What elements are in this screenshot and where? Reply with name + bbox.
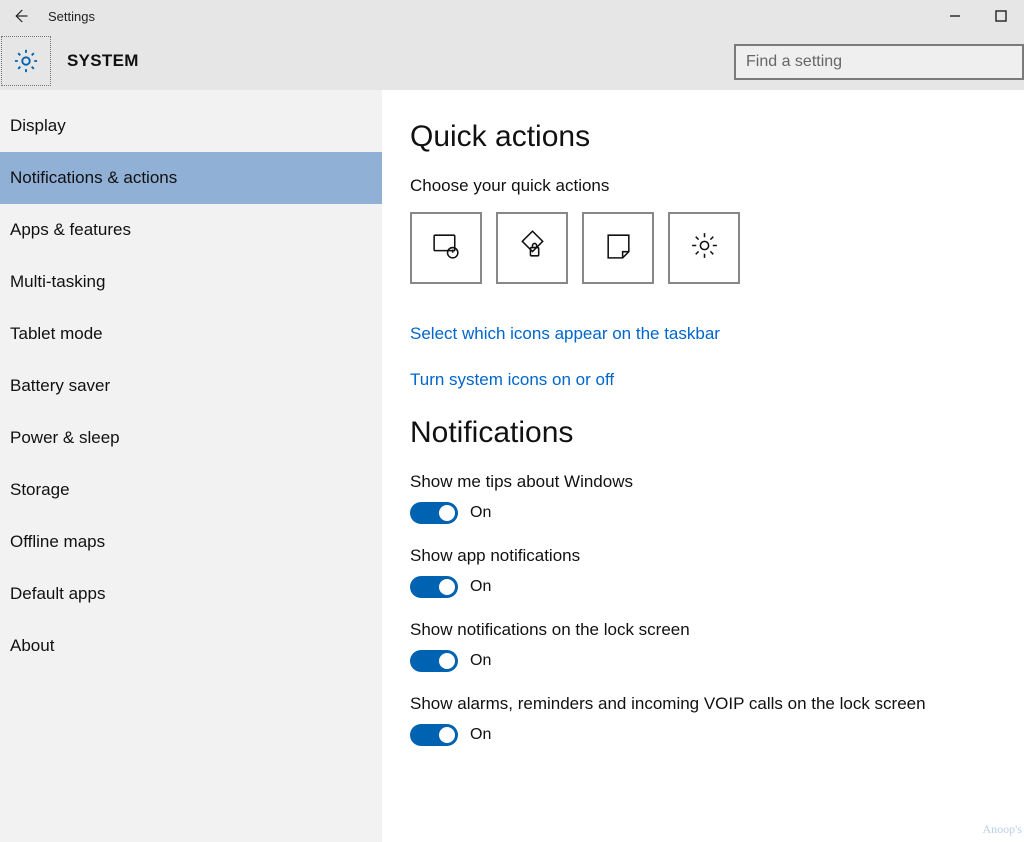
sidebar-item-label: Notifications & actions xyxy=(10,168,177,188)
watermark: Anoop's xyxy=(983,822,1023,837)
notifications-heading: Notifications xyxy=(410,416,996,450)
sidebar: Display Notifications & actions Apps & f… xyxy=(0,90,382,842)
sidebar-item-battery[interactable]: Battery saver xyxy=(0,360,382,412)
sidebar-item-power[interactable]: Power & sleep xyxy=(0,412,382,464)
page-category-title: SYSTEM xyxy=(67,51,139,71)
toggle-label-lock-screen: Show notifications on the lock screen xyxy=(410,620,996,640)
tablet-touch-icon xyxy=(430,229,463,267)
content-pane: Quick actions Choose your quick actions xyxy=(382,90,1024,842)
quick-actions-subtext: Choose your quick actions xyxy=(410,176,996,196)
maximize-button[interactable] xyxy=(978,0,1024,32)
note-icon xyxy=(602,229,635,267)
sidebar-item-label: Power & sleep xyxy=(10,428,120,448)
toggle-state: On xyxy=(470,726,491,744)
toggle-lock-screen[interactable] xyxy=(410,650,458,672)
toggle-app-notifications[interactable] xyxy=(410,576,458,598)
sidebar-item-label: Apps & features xyxy=(10,220,131,240)
toggle-state: On xyxy=(470,652,491,670)
sidebar-item-label: About xyxy=(10,636,54,656)
toggle-state: On xyxy=(470,504,491,522)
sidebar-item-storage[interactable]: Storage xyxy=(0,464,382,516)
sidebar-item-label: Multi-tasking xyxy=(10,272,105,292)
sidebar-item-label: Tablet mode xyxy=(10,324,103,344)
sidebar-item-label: Offline maps xyxy=(10,532,105,552)
system-icons-link[interactable]: Turn system icons on or off xyxy=(410,370,996,390)
toggle-state: On xyxy=(470,578,491,596)
sidebar-item-tablet-mode[interactable]: Tablet mode xyxy=(0,308,382,360)
sidebar-item-about[interactable]: About xyxy=(0,620,382,672)
settings-gear-icon xyxy=(688,229,721,267)
quick-actions-heading: Quick actions xyxy=(410,120,996,154)
quick-action-tile-tablet[interactable] xyxy=(410,212,482,284)
back-button[interactable] xyxy=(0,0,40,32)
system-gear-icon[interactable] xyxy=(1,36,51,86)
sidebar-item-label: Battery saver xyxy=(10,376,110,396)
sidebar-item-multitasking[interactable]: Multi-tasking xyxy=(0,256,382,308)
quick-action-tile-rotation[interactable] xyxy=(496,212,568,284)
toggle-alarms[interactable] xyxy=(410,724,458,746)
sidebar-item-label: Storage xyxy=(10,480,70,500)
window-title: Settings xyxy=(48,9,95,24)
taskbar-icons-link[interactable]: Select which icons appear on the taskbar xyxy=(410,324,996,344)
sidebar-item-apps[interactable]: Apps & features xyxy=(0,204,382,256)
search-input[interactable] xyxy=(734,44,1024,80)
sidebar-item-label: Display xyxy=(10,116,66,136)
toggle-label-tips: Show me tips about Windows xyxy=(410,472,996,492)
quick-action-tile-note[interactable] xyxy=(582,212,654,284)
toggle-label-app-notifications: Show app notifications xyxy=(410,546,996,566)
rotation-lock-icon xyxy=(516,229,549,267)
toggle-tips[interactable] xyxy=(410,502,458,524)
minimize-button[interactable] xyxy=(932,0,978,32)
sidebar-item-notifications[interactable]: Notifications & actions xyxy=(0,152,382,204)
sidebar-item-offline-maps[interactable]: Offline maps xyxy=(0,516,382,568)
sidebar-item-default-apps[interactable]: Default apps xyxy=(0,568,382,620)
toggle-label-alarms: Show alarms, reminders and incoming VOIP… xyxy=(410,694,996,714)
sidebar-item-label: Default apps xyxy=(10,584,105,604)
sidebar-item-display[interactable]: Display xyxy=(0,100,382,152)
quick-action-tile-settings[interactable] xyxy=(668,212,740,284)
